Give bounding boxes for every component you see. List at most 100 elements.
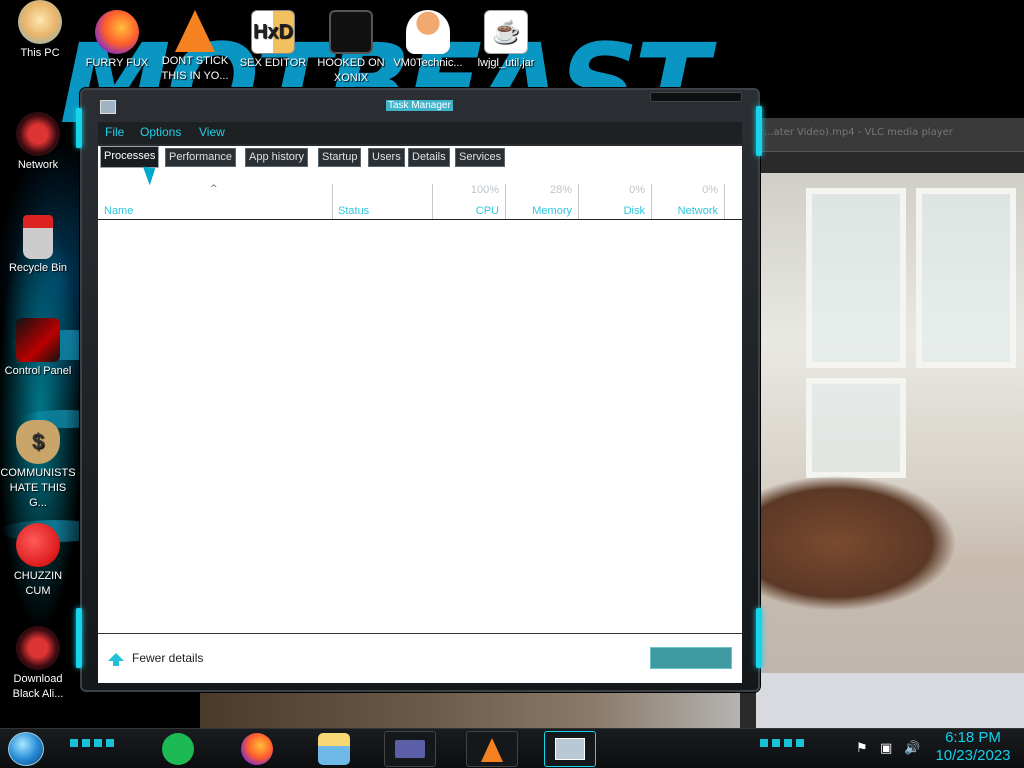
firefox-icon[interactable] (241, 733, 273, 765)
tab-performance[interactable]: Performance (165, 148, 236, 167)
vlc-media-player-window[interactable]: ...ater Video).mp4 - VLC media player (740, 118, 1024, 728)
desktop-icon-recycle-bin[interactable]: Recycle Bin (0, 215, 76, 276)
desktop-icon-download-black[interactable]: Download Black Ali... (0, 626, 76, 702)
java-jar-icon: ☕ (484, 10, 528, 54)
task-manager-footer: Fewer details (98, 633, 742, 683)
frame-neon-accent (76, 608, 82, 668)
task-manager-window[interactable]: Task Manager File Options View Processes… (76, 88, 762, 692)
frame-neon-accent (756, 608, 762, 668)
system-clock[interactable]: 6:18 PM 10/23/2023 (928, 729, 1018, 765)
recycle-bin-icon (23, 215, 53, 259)
menu-options[interactable]: Options (140, 125, 181, 139)
desktop-icon-label: FURRY FUX (85, 57, 149, 69)
taskbar-app-slot-active[interactable] (544, 731, 596, 767)
desktop-icon-label: SEX EDITOR (239, 57, 307, 69)
column-cpu-label: CPU (475, 205, 499, 217)
network-orb-icon (16, 112, 60, 156)
desktop-icon-label: COMMUNISTS HATE THIS G... (0, 467, 76, 509)
column-disk[interactable]: 0% Disk (578, 184, 651, 220)
taskbar-decoration (760, 739, 806, 747)
desktop-icon-label: Network (17, 159, 59, 171)
desktop-icon-control-panel[interactable]: Control Panel (0, 318, 76, 379)
clock-time: 6:18 PM (945, 729, 1001, 746)
column-status[interactable]: Status (332, 184, 432, 220)
desktop-icon-label: Recycle Bin (8, 262, 68, 274)
volume-icon[interactable]: 🔊 (904, 741, 920, 756)
taskbar: ⚑ ▣ 🔊 6:18 PM 10/23/2023 (0, 728, 1024, 768)
spotify-icon[interactable] (162, 733, 194, 765)
taskbar-decoration (70, 739, 116, 747)
desktop-icon-label: HOOKED ON XONIX (317, 57, 385, 84)
desktop-icon-vm0technic[interactable]: VM0Technic... (390, 10, 466, 71)
desktop-icon-sex-editor[interactable]: HxD SEX EDITOR (235, 10, 311, 71)
vlc-title: ...ater Video).mp4 - VLC media player (764, 127, 953, 138)
chuzzle-icon (16, 523, 60, 567)
tab-details[interactable]: Details (408, 148, 450, 167)
column-cpu[interactable]: 100% CPU (432, 184, 505, 220)
desktop-icon-lwjgl-util[interactable]: ☕ lwjgl_util.jar (468, 10, 544, 71)
frame-neon-accent (756, 106, 762, 156)
desktop-icon-label: VM0Technic... (393, 57, 463, 69)
anime-character-icon (18, 0, 62, 44)
vlc-title-bar[interactable]: ...ater Video).mp4 - VLC media player (740, 118, 1024, 152)
column-memory[interactable]: 28% Memory (505, 184, 578, 220)
desktop-icon-furry-fux[interactable]: FURRY FUX (79, 10, 155, 71)
cat-image (756, 433, 1024, 633)
background-window-strip (200, 690, 760, 730)
desktop-icon-communists[interactable]: $ COMMUNISTS HATE THIS G... (0, 420, 76, 511)
floor-image (756, 673, 1024, 728)
process-list-area[interactable] (98, 168, 742, 683)
desktop-icon-label: DONT STICK THIS IN YO... (161, 55, 229, 82)
network-icon[interactable]: ▣ (880, 741, 892, 756)
desktop-icon-label: CHUZZIN CUM (13, 570, 63, 597)
column-network-label: Network (677, 205, 718, 217)
file-explorer-icon[interactable] (318, 733, 350, 765)
fewer-details-button[interactable]: Fewer details (108, 651, 204, 666)
vlc-cone-icon (481, 738, 503, 762)
vlc-cone-icon (175, 10, 215, 52)
taskbar-app-slot[interactable] (466, 731, 518, 767)
firefox-icon (95, 10, 139, 54)
taskbar-app-slot[interactable] (384, 731, 436, 767)
frame-neon-accent (76, 108, 82, 148)
network-percent: 0% (702, 184, 718, 196)
tab-startup[interactable]: Startup (318, 148, 362, 167)
desktop-icon-chuzzin[interactable]: CHUZZIN CUM (0, 523, 76, 599)
desktop-icon-this-pc[interactable]: This PC (2, 0, 78, 61)
tab-services[interactable]: Services (455, 148, 506, 167)
frame-decoration (650, 92, 742, 102)
header-divider (98, 219, 742, 220)
column-network[interactable]: 0% Network (651, 184, 724, 220)
menu-bar: File Options View (98, 122, 742, 144)
column-name[interactable]: Name (98, 184, 332, 220)
desktop-icon-label: Control Panel (4, 365, 72, 377)
desktop-icon-dont-stick[interactable]: DONT STICK THIS IN YO... (157, 10, 233, 84)
end-task-button[interactable] (650, 647, 732, 669)
column-separator[interactable] (724, 184, 725, 220)
menu-file[interactable]: File (105, 125, 124, 139)
hxd-editor-icon: HxD (251, 10, 295, 54)
doctor-icon (406, 10, 450, 54)
tab-strip: Processes Performance App history Startu… (98, 146, 742, 168)
task-manager-icon (555, 738, 585, 760)
tab-app-history[interactable]: App history (245, 148, 309, 167)
flag-icon[interactable]: ⚑ (856, 741, 868, 756)
desktop-icon-hooked-on-xonix[interactable]: HOOKED ON XONIX (313, 10, 389, 86)
control-panel-icon (16, 318, 60, 362)
xonix-game-icon (329, 10, 373, 54)
column-disk-label: Disk (623, 205, 645, 217)
column-memory-label: Memory (532, 205, 572, 217)
tab-users[interactable]: Users (368, 148, 405, 167)
menu-view[interactable]: View (199, 125, 225, 139)
column-name-label: Name (104, 205, 134, 217)
fewer-details-label: Fewer details (132, 651, 204, 665)
network-orb-icon (16, 626, 60, 670)
cpu-percent: 100% (470, 184, 499, 196)
window-pane-image (916, 188, 1016, 368)
desktop-icon-network[interactable]: Network (0, 112, 76, 173)
desktop-icon-label: This PC (20, 47, 60, 59)
window-title: Task Manager (386, 100, 453, 111)
start-button[interactable] (8, 732, 44, 766)
desktop-icon-label: lwjgl_util.jar (477, 57, 535, 69)
disk-percent: 0% (629, 184, 645, 196)
